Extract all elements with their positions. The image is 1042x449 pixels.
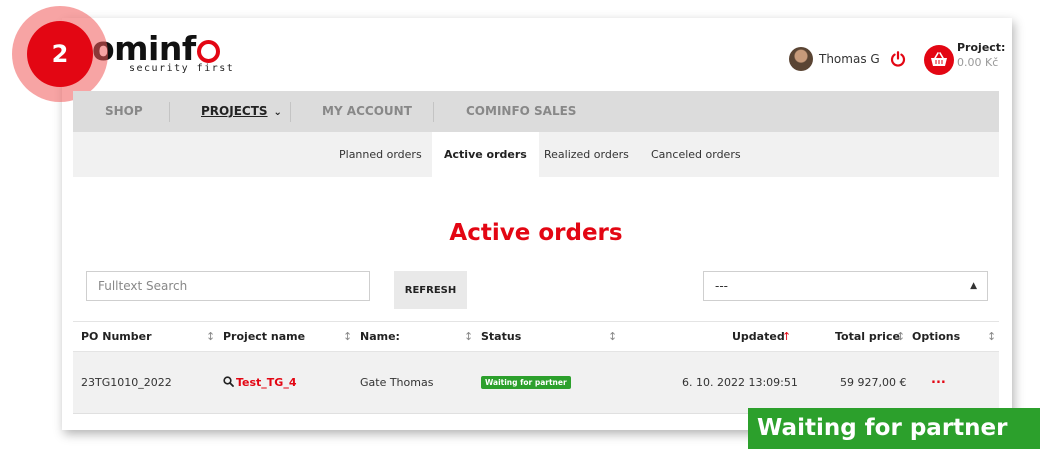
tab-active-orders[interactable]: Active orders [432,132,539,177]
sort-icon[interactable]: ↕ [343,330,352,343]
tab-canceled-orders[interactable]: Canceled orders [639,132,753,177]
cell-total-price: 59 927,00 € [840,376,907,389]
cell-name: Gate Thomas [360,376,434,389]
project-name: Test_TG_4 [236,376,297,389]
nav-separator [169,102,170,122]
project-value: 0.00 Kč [957,56,999,69]
sort-icon[interactable]: ↕ [206,330,215,343]
power-icon[interactable] [890,51,906,67]
page-title: Active orders [449,220,623,246]
main-nav: SHOP PROJECTS ⌄ MY ACCOUNT COMINFO SALES [73,91,999,132]
col-options[interactable]: Options [912,330,960,343]
nav-item-projects[interactable]: PROJECTS ⌄ [201,104,282,118]
refresh-button[interactable]: REFRESH [394,271,467,309]
col-name[interactable]: Name: [360,330,400,343]
tab-realized-orders[interactable]: Realized orders [532,132,641,177]
basket-icon [931,52,947,66]
logo[interactable]: ominf security first [92,32,235,74]
nav-separator [290,102,291,122]
sort-icon[interactable]: ↕ [608,330,617,343]
sort-icon[interactable]: ↕ [464,330,473,343]
logo-tagline: security first [129,63,235,74]
nav-item-label: PROJECTS [201,104,268,118]
sort-icon[interactable]: ↕ [896,330,905,343]
status-badge: Waiting for partner [481,376,571,389]
nav-item-my-account[interactable]: MY ACCOUNT [322,104,412,118]
cell-project-link[interactable]: Test_TG_4 [223,376,297,389]
step-badge: 2 [12,6,108,102]
basket-button[interactable] [924,45,954,75]
chevron-down-icon: ⌄ [273,107,282,118]
user-name: Thomas G [819,52,880,66]
user-menu[interactable]: Thomas G [789,47,906,71]
col-status[interactable]: Status [481,330,521,343]
col-project-name[interactable]: Project name [223,330,305,343]
search-icon [223,376,234,387]
project-label: Project: [957,41,1006,54]
logo-wordmark: ominf [92,32,234,65]
logo-ring-icon [196,39,220,63]
select-caret-icon: ▲ [970,281,977,291]
project-summary[interactable]: Project: 0.00 Kč [957,41,1005,69]
filter-select-value: --- [715,279,728,293]
step-number: 2 [27,21,93,87]
options-button[interactable]: ... [931,372,946,387]
table-row[interactable]: 23TG1010_2022 Test_TG_4 Gate Thomas Wait… [73,352,999,414]
nav-item-cominfo-sales[interactable]: COMINFO SALES [466,104,576,118]
tab-planned-orders[interactable]: Planned orders [327,132,434,177]
nav-item-shop[interactable]: SHOP [105,104,143,118]
col-total-price[interactable]: Total price [835,330,900,343]
search-input[interactable] [86,271,370,301]
page: ominf security first 2 Thomas G Project:… [0,0,1042,449]
sort-icon[interactable]: ↕ [987,330,996,343]
cell-updated: 6. 10. 2022 13:09:51 [682,376,798,389]
col-updated[interactable]: Updated [732,330,785,343]
col-po-number[interactable]: PO Number [81,330,152,343]
table-header: PO Number ↕ Project name ↕ Name: ↕ Statu… [73,321,999,352]
sub-nav: Planned orders Active orders Realized or… [73,132,999,177]
status-callout: Waiting for partner [748,408,1040,449]
nav-separator [433,102,434,122]
sort-active-icon[interactable]: ↑ [782,330,791,343]
avatar [789,47,813,71]
cell-po-number: 23TG1010_2022 [81,376,172,389]
filter-select[interactable]: --- ▲ [703,271,988,301]
